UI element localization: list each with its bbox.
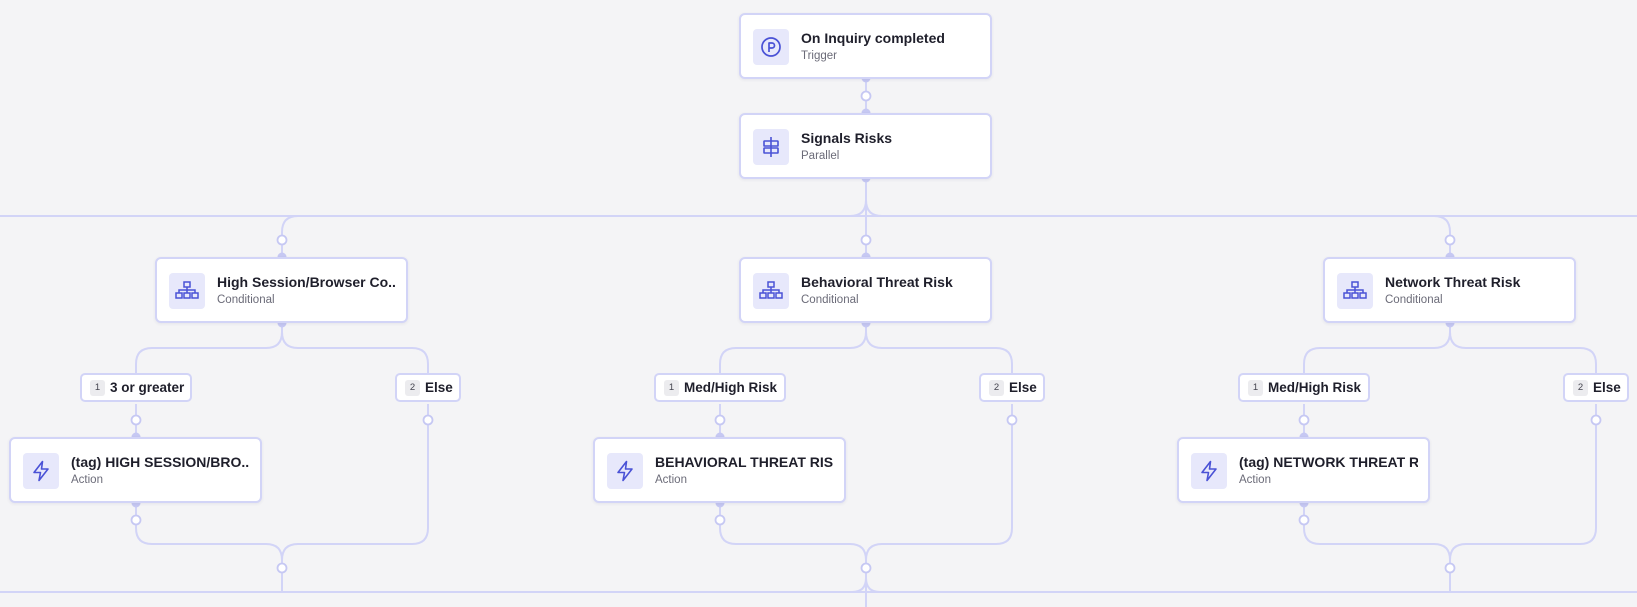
node-title: Signals Risks xyxy=(801,130,893,146)
node-trigger[interactable]: On Inquiry completed Trigger xyxy=(739,13,992,79)
branch-label: Else xyxy=(1009,380,1037,395)
node-title: BEHAVIORAL THREAT RISK xyxy=(655,454,834,470)
branch-session-1[interactable]: 1 3 or greater xyxy=(80,373,192,402)
connector-line xyxy=(135,322,283,374)
add-step-handle xyxy=(860,234,872,246)
branch-number: 1 xyxy=(90,379,105,396)
workflow-canvas[interactable]: On Inquiry completed Trigger Signals Ris… xyxy=(0,0,1637,607)
lightning-icon xyxy=(617,460,633,482)
connector-line xyxy=(851,577,867,593)
node-title: High Session/Browser Co... xyxy=(217,274,396,290)
branch-label: Else xyxy=(425,380,453,395)
conditional-icon-box xyxy=(1337,273,1373,309)
branch-network-1[interactable]: 1 Med/High Risk xyxy=(1238,373,1370,402)
add-step-handle xyxy=(276,234,288,246)
action-icon-box xyxy=(607,453,643,489)
add-step-handle xyxy=(1444,234,1456,246)
action-icon-box xyxy=(1191,453,1227,489)
add-step-handle xyxy=(860,90,872,102)
trigger-icon-box xyxy=(753,29,789,65)
branch-label: Med/High Risk xyxy=(1268,380,1362,395)
add-step-handle xyxy=(714,514,726,526)
branch-number: 2 xyxy=(989,379,1004,396)
node-title: On Inquiry completed xyxy=(801,30,945,46)
node-type: Conditional xyxy=(801,294,859,306)
add-step-handle xyxy=(130,414,142,426)
connector-line xyxy=(1449,331,1597,374)
connector-line xyxy=(281,331,429,374)
connector-line xyxy=(849,199,867,217)
connector-line xyxy=(865,199,883,217)
add-step-handle xyxy=(276,562,288,574)
branch-behavioral-2[interactable]: 2 Else xyxy=(979,373,1045,402)
connector-line xyxy=(865,577,881,593)
node-parallel[interactable]: Signals Risks Parallel xyxy=(739,113,992,179)
trigger-icon xyxy=(761,37,781,57)
node-type: Action xyxy=(1239,474,1271,486)
node-action-session[interactable]: (tag) HIGH SESSION/BRO... Action xyxy=(9,437,262,503)
connector-line xyxy=(865,404,1013,561)
node-title: Behavioral Threat Risk xyxy=(801,274,953,290)
branch-label: Med/High Risk xyxy=(684,380,778,395)
add-step-handle xyxy=(422,414,434,426)
add-step-handle xyxy=(1590,414,1602,426)
connector-line xyxy=(865,331,1013,374)
node-title: (tag) NETWORK THREAT R... xyxy=(1239,454,1418,470)
branch-network-2[interactable]: 2 Else xyxy=(1563,373,1629,402)
parallel-icon-box xyxy=(753,129,789,165)
connector-line xyxy=(281,404,429,561)
branch-number: 1 xyxy=(1248,379,1263,396)
node-conditional-session[interactable]: High Session/Browser Co... Conditional xyxy=(155,257,408,323)
add-step-handle xyxy=(1298,414,1310,426)
connector-line xyxy=(1449,404,1597,561)
node-type: Conditional xyxy=(217,294,275,306)
branch-label: Else xyxy=(1593,380,1621,395)
parallel-icon xyxy=(763,137,779,157)
conditional-tree-icon xyxy=(1343,281,1367,299)
action-icon-box xyxy=(23,453,59,489)
branch-number: 2 xyxy=(405,379,420,396)
conditional-tree-icon xyxy=(759,281,783,299)
branch-session-2[interactable]: 2 Else xyxy=(395,373,461,402)
node-type: Conditional xyxy=(1385,294,1443,306)
node-type: Trigger xyxy=(801,50,837,62)
node-action-behavioral[interactable]: BEHAVIORAL THREAT RISK Action xyxy=(593,437,846,503)
add-step-handle xyxy=(130,514,142,526)
node-type: Parallel xyxy=(801,150,840,162)
connector-line xyxy=(719,322,867,374)
node-title: Network Threat Risk xyxy=(1385,274,1521,290)
node-action-network[interactable]: (tag) NETWORK THREAT R... Action xyxy=(1177,437,1430,503)
branch-number: 2 xyxy=(1573,379,1588,396)
node-conditional-behavioral[interactable]: Behavioral Threat Risk Conditional xyxy=(739,257,992,323)
lightning-icon xyxy=(1201,460,1217,482)
conditional-tree-icon xyxy=(175,281,199,299)
add-step-handle xyxy=(1298,514,1310,526)
conditional-icon-box xyxy=(169,273,205,309)
connector-line xyxy=(135,502,283,592)
add-step-handle xyxy=(1006,414,1018,426)
conditional-icon-box xyxy=(753,273,789,309)
branch-number: 1 xyxy=(664,379,679,396)
branch-label: 3 or greater xyxy=(110,380,185,395)
branch-behavioral-1[interactable]: 1 Med/High Risk xyxy=(654,373,786,402)
add-step-handle xyxy=(860,562,872,574)
add-step-handle xyxy=(714,414,726,426)
node-conditional-network[interactable]: Network Threat Risk Conditional xyxy=(1323,257,1576,323)
node-type: Action xyxy=(655,474,687,486)
lightning-icon xyxy=(33,460,49,482)
node-title: (tag) HIGH SESSION/BRO... xyxy=(71,454,250,470)
connector-line xyxy=(1303,502,1451,592)
add-step-handle xyxy=(1444,562,1456,574)
node-type: Action xyxy=(71,474,103,486)
connector-line xyxy=(1303,322,1451,374)
